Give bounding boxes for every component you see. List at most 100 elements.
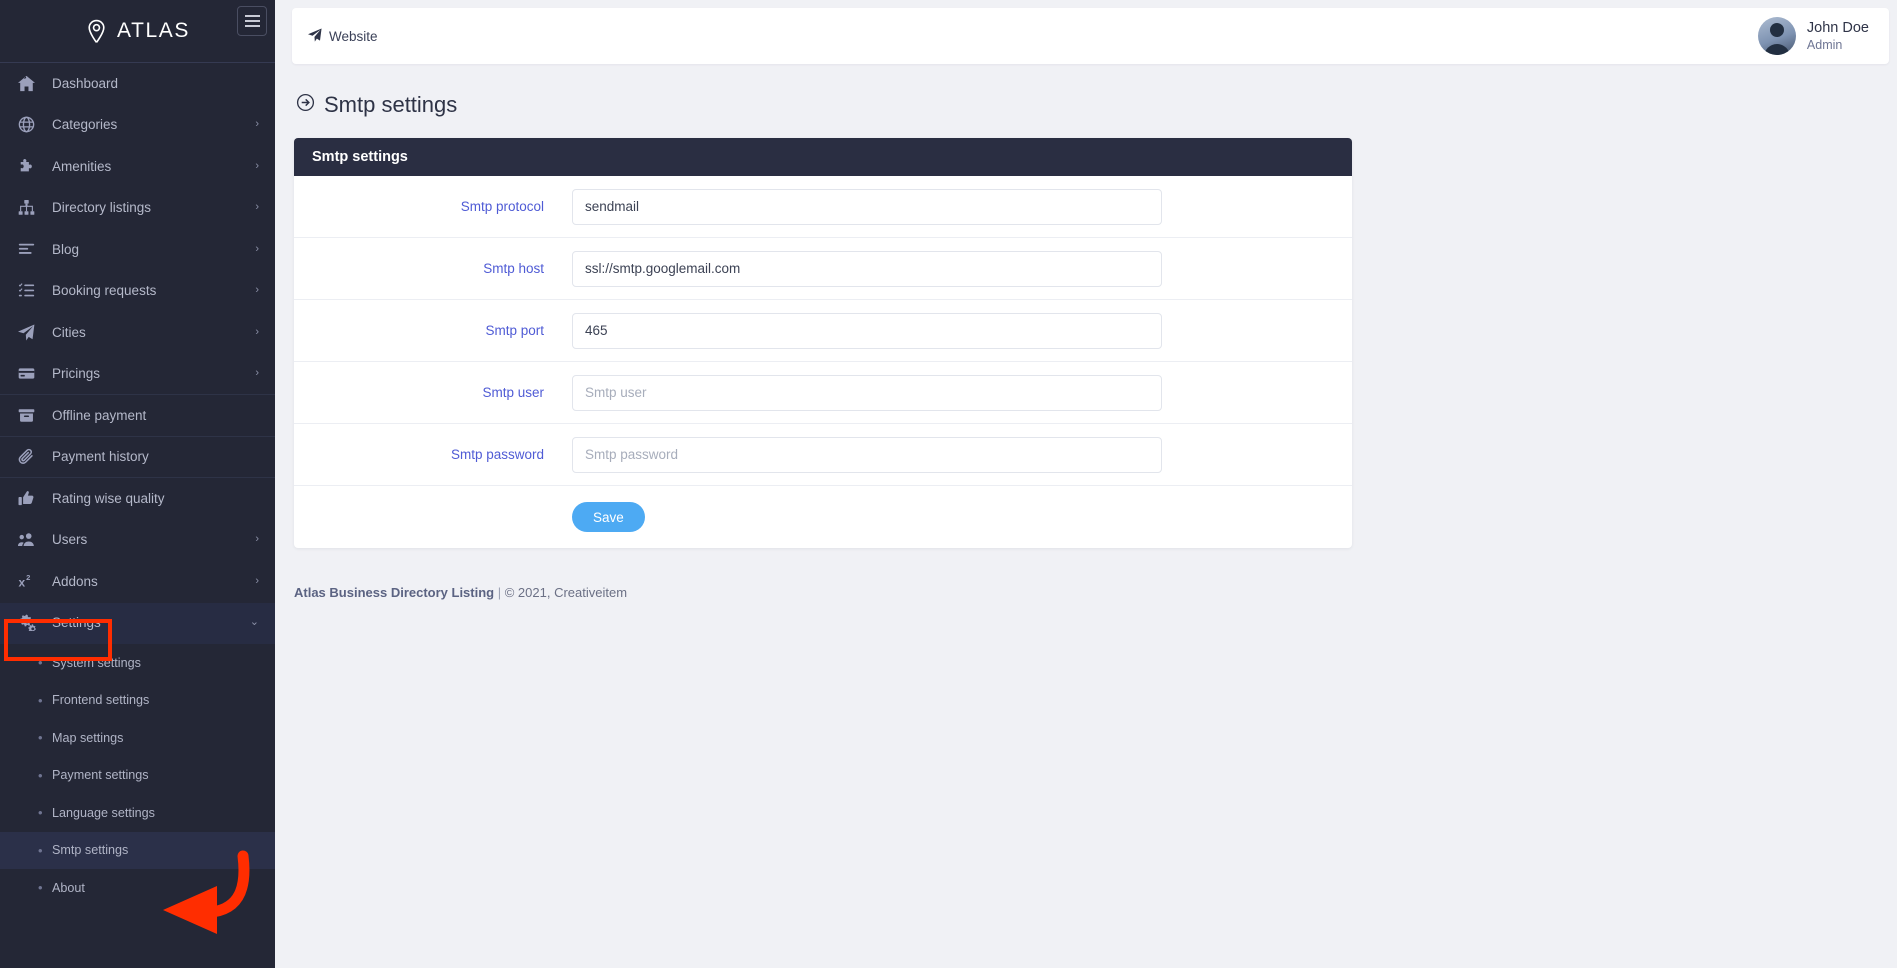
sidebar-item-users[interactable]: Users › xyxy=(0,520,275,562)
smtp-port-input[interactable] xyxy=(572,312,1162,349)
home-icon xyxy=(18,75,44,92)
paper-plane-icon xyxy=(18,324,44,341)
sidebar-item-label: Pricings xyxy=(52,366,101,382)
form-row-smtp-host: Smtp host xyxy=(294,238,1352,300)
sidebar-item-label: Dashboard xyxy=(52,75,119,91)
cogs-icon xyxy=(18,614,44,632)
sidebar-item-amenities[interactable]: Amenities › xyxy=(0,146,275,188)
chevron-down-icon: ⌄ xyxy=(249,616,259,629)
sidebar-item-label: Payment history xyxy=(52,449,149,465)
smtp-password-input[interactable] xyxy=(572,436,1162,473)
sidebar-item-label: Categories xyxy=(52,117,118,133)
footer: Atlas Business Directory Listing | © 202… xyxy=(294,585,627,600)
sidebar-subitem-map-settings[interactable]: • Map settings xyxy=(0,719,275,757)
user-info: John Doe Admin xyxy=(1807,19,1869,53)
chevron-right-icon: › xyxy=(255,118,259,131)
sidebar-item-label: Amenities xyxy=(52,158,112,174)
user-role: Admin xyxy=(1806,37,1843,52)
sidebar-nav: Dashboard Categories › Amenities › Directory … xyxy=(0,63,275,644)
users-icon xyxy=(18,531,44,548)
smtp-protocol-input[interactable] xyxy=(572,188,1162,225)
sidebar-item-pricings[interactable]: Pricings › xyxy=(0,354,275,395)
chevron-right-icon: › xyxy=(255,533,259,546)
bullet-icon: • xyxy=(38,805,43,821)
sidebar-subitem-label: About xyxy=(52,880,85,895)
chevron-right-icon: › xyxy=(255,242,259,255)
chevron-right-icon: › xyxy=(255,325,259,338)
sidebar-item-categories[interactable]: Categories › xyxy=(0,105,275,147)
user-menu[interactable]: John Doe Admin xyxy=(1757,17,1875,55)
puzzle-icon xyxy=(18,158,44,175)
smtp-settings-form: Smtp protocol Smtp host Smtp port Smtp user… xyxy=(294,176,1352,486)
chevron-right-icon: › xyxy=(255,367,259,380)
sidebar-item-rating-wise-quality[interactable]: Rating wise quality xyxy=(0,478,275,520)
smtp-protocol-control xyxy=(572,188,1352,225)
smtp-user-control xyxy=(572,374,1352,411)
form-row-smtp-port: Smtp port xyxy=(294,300,1352,362)
sidebar-submenu: • System settings • Frontend settings • Map s… xyxy=(0,644,275,907)
save-button[interactable]: Save xyxy=(572,502,645,532)
sidebar-item-label: Cities xyxy=(52,324,86,340)
smtp-port-control xyxy=(572,312,1352,349)
sidebar-item-payment-history[interactable]: Payment history xyxy=(0,437,275,478)
svg-text:2: 2 xyxy=(26,573,30,582)
bullet-icon: • xyxy=(38,730,43,746)
smtp-user-input[interactable] xyxy=(572,374,1162,411)
chevron-right-icon: › xyxy=(255,201,259,214)
sidebar-item-directory-listings[interactable]: Directory listings › xyxy=(0,188,275,230)
paper-plane-icon xyxy=(308,27,322,45)
sidebar: ATLAS Dashboard Categories › Amenities › Dire… xyxy=(0,0,275,968)
smtp-password-control xyxy=(572,436,1352,473)
sidebar-subitem-system-settings[interactable]: • System settings xyxy=(0,644,275,682)
sidebar-item-label: Addons xyxy=(52,573,98,589)
smtp-host-label: Smtp host xyxy=(483,261,544,276)
sidebar-item-booking-requests[interactable]: Booking requests › xyxy=(0,271,275,313)
sidebar-subitem-label: Payment settings xyxy=(52,768,149,783)
topbar: Website John Doe Admin xyxy=(292,8,1889,64)
page-title: Smtp settings xyxy=(296,92,457,118)
footer-separator: | xyxy=(494,585,505,600)
sidebar-item-label: Settings xyxy=(52,615,101,631)
sidebar-subitem-frontend-settings[interactable]: • Frontend settings xyxy=(0,682,275,720)
align-left-icon xyxy=(18,241,44,258)
smtp-host-input[interactable] xyxy=(572,250,1162,287)
sidebar-item-cities[interactable]: Cities › xyxy=(0,312,275,354)
smtp-user-label: Smtp user xyxy=(482,385,544,400)
arrow-circle-right-icon xyxy=(296,92,315,118)
sidebar-item-addons[interactable]: x 2 Addons › xyxy=(0,561,275,603)
sidebar-subitem-smtp-settings[interactable]: • Smtp settings xyxy=(0,831,275,869)
sidebar-subitem-payment-settings[interactable]: • Payment settings xyxy=(0,757,275,795)
form-row-smtp-protocol: Smtp protocol xyxy=(294,176,1352,238)
smtp-port-label: Smtp port xyxy=(485,323,544,338)
form-row-smtp-user: Smtp user xyxy=(294,362,1352,424)
sidebar-item-offline-payment[interactable]: Offline payment xyxy=(0,395,275,437)
sidebar-item-settings[interactable]: Settings ⌄ xyxy=(0,602,275,644)
card-header: Smtp settings xyxy=(294,138,1352,176)
footer-app-name: Atlas Business Directory Listing xyxy=(294,585,495,600)
svg-text:x: x xyxy=(19,575,26,589)
bullet-icon: • xyxy=(38,842,43,858)
sidebar-subitem-label: Language settings xyxy=(52,805,155,820)
website-link[interactable]: Website xyxy=(308,27,378,45)
avatar xyxy=(1757,17,1796,55)
save-row: Save xyxy=(294,486,1352,548)
sidebar-subitem-label: Frontend settings xyxy=(52,693,150,708)
map-pin-icon xyxy=(85,19,108,44)
smtp-password-label: Smtp password xyxy=(450,447,544,462)
sidebar-subitem-language-settings[interactable]: • Language settings xyxy=(0,794,275,832)
sidebar-item-blog[interactable]: Blog › xyxy=(0,229,275,271)
paperclip-icon xyxy=(18,448,44,465)
tasks-icon xyxy=(18,282,44,299)
globe-icon xyxy=(18,116,44,133)
bullet-icon: • xyxy=(38,692,43,708)
sidebar-item-dashboard[interactable]: Dashboard xyxy=(0,63,275,105)
brand-name: ATLAS xyxy=(117,19,190,42)
page-title-text: Smtp settings xyxy=(324,92,458,117)
superscript-icon: x2 xyxy=(18,573,44,590)
smtp-settings-card: Smtp settings Smtp protocolSmtp hostSmtp… xyxy=(294,138,1352,548)
sidebar-item-label: Blog xyxy=(52,241,80,257)
sitemap-icon xyxy=(18,199,44,216)
brand-logo[interactable]: ATLAS xyxy=(85,19,190,44)
sidebar-subitem-about[interactable]: • About xyxy=(0,869,275,907)
hamburger-icon[interactable] xyxy=(237,6,267,36)
